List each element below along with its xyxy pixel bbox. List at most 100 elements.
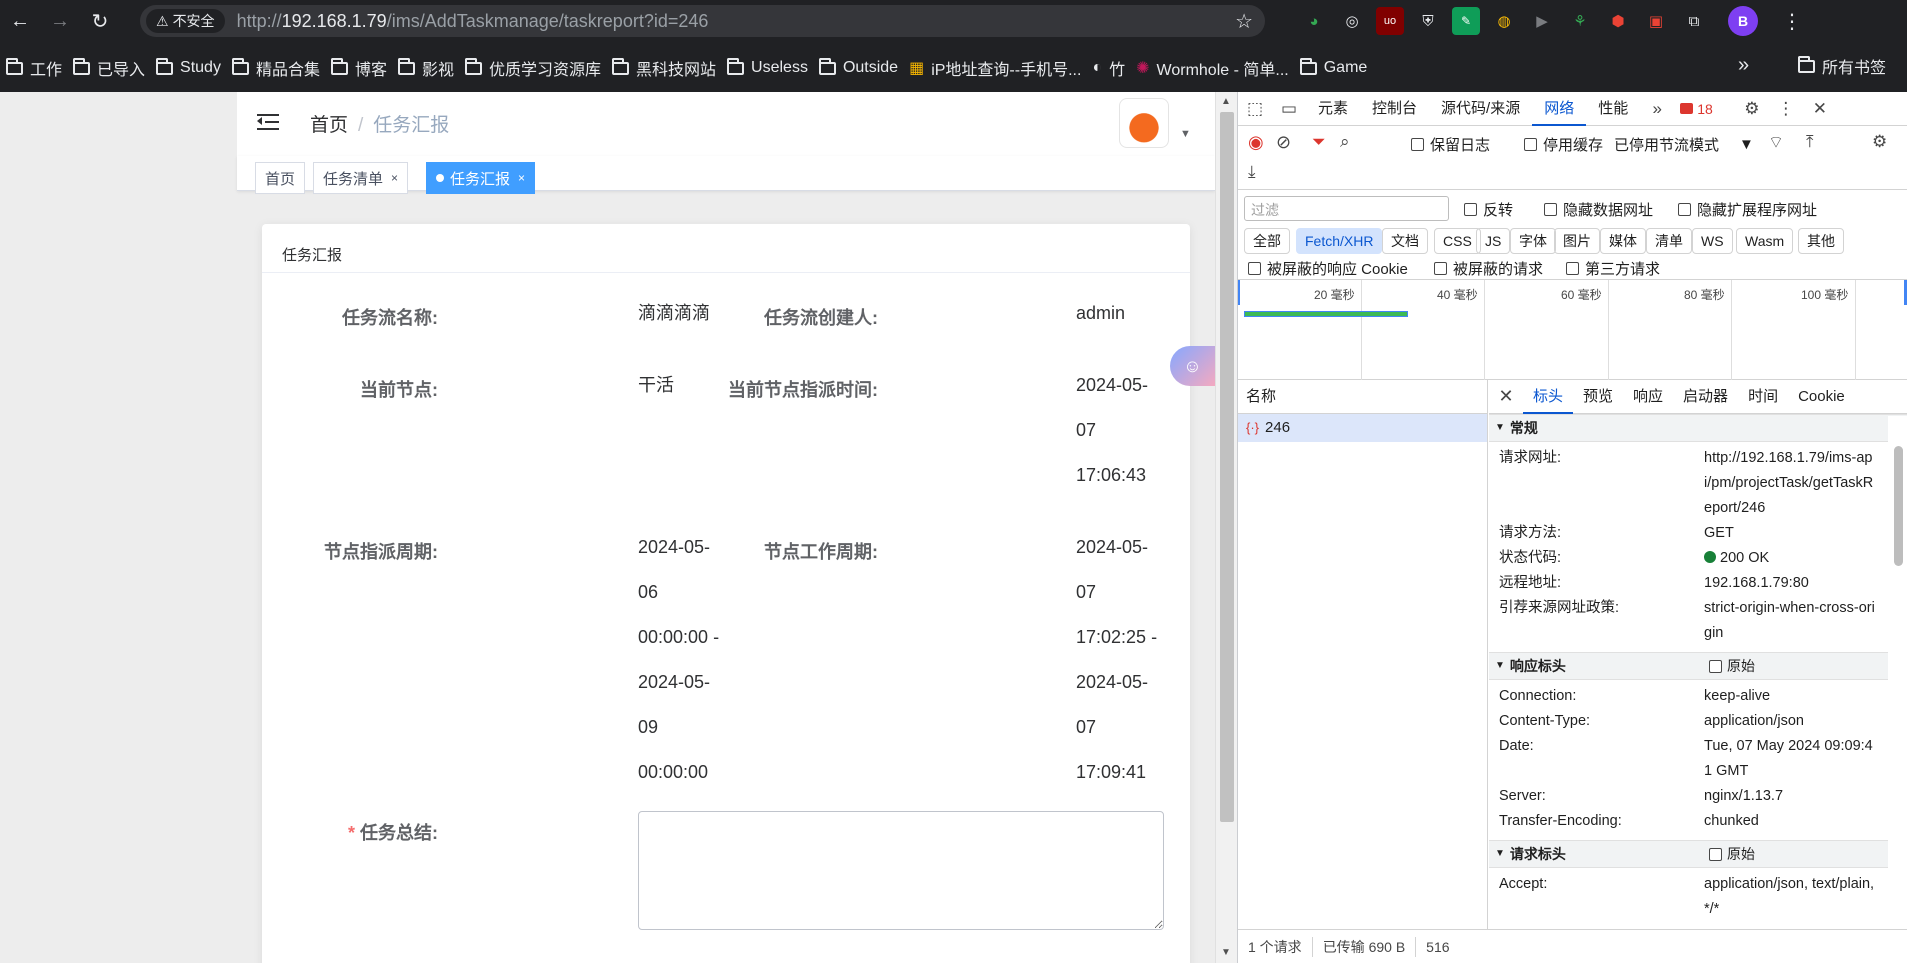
header-value[interactable]: application/json, text/plain, */* (1704, 872, 1879, 922)
play-icon[interactable]: ▶ (1528, 7, 1556, 35)
tab-initiator[interactable]: 启动器 (1673, 380, 1738, 414)
filter-icon[interactable]: ⏷ (1312, 132, 1326, 152)
scrollbar-thumb[interactable] (1220, 112, 1234, 822)
clear-icon[interactable]: ⊘ (1276, 132, 1291, 153)
header-value[interactable]: chunked (1704, 809, 1879, 834)
inspect-element-icon[interactable]: ⬚ (1238, 92, 1272, 126)
header-value[interactable]: strict-origin-when-cross-origin (1704, 596, 1879, 646)
header-value[interactable]: application/json (1704, 709, 1879, 734)
close-icon[interactable]: × (391, 171, 398, 185)
hide-data-urls-checkbox[interactable]: 隐藏数据网址 (1544, 199, 1653, 220)
type-filter-doc[interactable]: 文档 (1382, 228, 1428, 254)
ublock-icon[interactable]: uo (1376, 7, 1404, 35)
blocked-cookies-checkbox[interactable]: 被屏蔽的响应 Cookie (1248, 258, 1408, 279)
back-button[interactable]: ← (0, 2, 40, 42)
bookmark-item[interactable]: Study (156, 54, 232, 82)
tab-network[interactable]: 网络 (1532, 92, 1587, 126)
user-avatar[interactable] (1119, 98, 1169, 148)
tab-cookies[interactable]: Cookie (1788, 380, 1855, 414)
type-filter-font[interactable]: 字体 (1510, 228, 1556, 254)
filter-input[interactable]: 过滤 (1244, 196, 1449, 221)
type-filter-manifest[interactable]: 清单 (1646, 228, 1692, 254)
type-filter-all[interactable]: 全部 (1244, 228, 1290, 254)
download-icon[interactable]: ⤓ (1248, 162, 1256, 182)
gear-icon[interactable]: ⚙ (1872, 132, 1887, 152)
upload-icon[interactable]: ⤒ (1806, 132, 1814, 152)
bookmark-item[interactable]: 博客 (330, 54, 398, 82)
type-filter-js[interactable]: JS (1476, 228, 1511, 254)
third-party-checkbox[interactable]: 第三方请求 (1566, 258, 1660, 279)
bookmark-star-icon[interactable]: ☆ (1235, 9, 1253, 34)
section-response-headers-header[interactable]: ▼ 响应标头 原始 (1489, 652, 1907, 680)
header-value[interactable]: GET (1704, 521, 1879, 546)
caret-down-icon[interactable]: ▼ (1180, 128, 1191, 140)
more-vert-icon[interactable]: ⋮ (1782, 9, 1802, 34)
more-vert-icon[interactable]: ⋮ (1769, 92, 1803, 126)
floating-assistant-icon[interactable]: ☺ (1170, 346, 1215, 386)
hide-extension-urls-checkbox[interactable]: 隐藏扩展程序网址 (1678, 199, 1817, 220)
bookmark-item[interactable]: Game (1299, 54, 1379, 82)
all-bookmarks-folder[interactable]: 所有书签 (1798, 52, 1897, 80)
gear-icon[interactable]: ⚙ (1735, 92, 1769, 126)
extension-icon[interactable]: ⚘ (1566, 7, 1594, 35)
bookmark-item[interactable]: ✺ Wormhole - 简单... (1136, 54, 1300, 82)
header-value[interactable]: 200 OK (1704, 546, 1879, 571)
request-row[interactable]: {·} 246 (1238, 414, 1487, 442)
raw-checkbox[interactable]: 原始 (1709, 840, 1755, 868)
tab-console[interactable]: 控制台 (1360, 92, 1429, 126)
details-scrollbar[interactable] (1888, 416, 1907, 929)
tab-elements[interactable]: 元素 (1306, 92, 1360, 126)
tab-response[interactable]: 响应 (1623, 380, 1673, 414)
network-conditions-icon[interactable]: ⌔ (1768, 132, 1784, 153)
device-toolbar-icon[interactable]: ▭ (1272, 92, 1306, 126)
scroll-down-icon[interactable]: ▼ (1221, 947, 1231, 958)
bookmark-item[interactable]: 优质学习资源库 (465, 54, 612, 82)
extension-icon[interactable]: ◎ (1338, 7, 1366, 35)
preserve-log-checkbox[interactable]: 保留日志 (1411, 134, 1490, 155)
type-filter-img[interactable]: 图片 (1554, 228, 1600, 254)
type-filter-wasm[interactable]: Wasm (1736, 228, 1794, 254)
close-icon[interactable]: × (518, 171, 525, 185)
tag-task-list[interactable]: 任务清单 × (313, 162, 409, 194)
header-value[interactable]: 192.168.1.79:80 (1704, 571, 1879, 596)
type-filter-css[interactable]: CSS (1434, 228, 1481, 254)
bookmark-item[interactable]: 黑科技网站 (612, 54, 727, 82)
reload-button[interactable]: ↻ (80, 2, 120, 42)
record-icon[interactable]: ◉ (1248, 132, 1264, 153)
disable-cache-checkbox[interactable]: 停用缓存 (1524, 134, 1603, 155)
extension-icon[interactable]: ◍ (1490, 7, 1518, 35)
type-filter-ws[interactable]: WS (1692, 228, 1733, 254)
tag-task-report[interactable]: 任务汇报 × (426, 162, 536, 194)
throttle-select[interactable]: 已停用节流模式 ▼ (1614, 134, 1754, 155)
header-value[interactable]: http://192.168.1.79/ims-api/pm/projectTa… (1704, 446, 1879, 521)
raw-checkbox[interactable]: 原始 (1709, 652, 1755, 680)
column-header-name[interactable]: 名称 (1238, 380, 1487, 414)
close-icon[interactable]: ✕ (1489, 386, 1523, 407)
chevron-double-right-icon[interactable]: » (1738, 54, 1749, 77)
url-text[interactable]: http://192.168.1.79/ims/AddTaskmanage/ta… (237, 11, 709, 32)
tab-preview[interactable]: 预览 (1573, 380, 1623, 414)
tab-sources[interactable]: 源代码/来源 (1429, 92, 1532, 126)
security-chip[interactable]: ⚠ 不安全 (146, 9, 225, 33)
tab-headers[interactable]: 标头 (1523, 380, 1574, 414)
profile-avatar[interactable]: B (1728, 6, 1758, 36)
address-bar[interactable]: ⚠ 不安全 http://192.168.1.79/ims/AddTaskman… (140, 5, 1265, 37)
more-tabs-icon[interactable]: » (1640, 92, 1674, 126)
scrollbar-thumb[interactable] (1894, 446, 1903, 566)
network-overview-timeline[interactable]: 20 毫秒 40 毫秒 60 毫秒 80 毫秒 100 毫秒 (1238, 280, 1907, 380)
bookmark-item[interactable]: Useless (727, 54, 819, 82)
scroll-up-icon[interactable]: ▲ (1221, 96, 1231, 107)
section-general-header[interactable]: ▼ 常规 (1489, 414, 1907, 442)
search-icon[interactable]: ⌕ (1340, 132, 1350, 152)
extension-icon[interactable]: ⬢ (1604, 7, 1632, 35)
hamburger-icon[interactable] (257, 112, 279, 132)
section-request-headers-header[interactable]: ▼ 请求标头 原始 (1489, 840, 1907, 868)
type-filter-fetch-xhr[interactable]: Fetch/XHR (1296, 228, 1383, 254)
extension-icon[interactable]: ▣ (1642, 7, 1670, 35)
type-filter-media[interactable]: 媒体 (1600, 228, 1646, 254)
blocked-requests-checkbox[interactable]: 被屏蔽的请求 (1434, 258, 1543, 279)
shield-icon[interactable]: ⛨ (1414, 7, 1442, 35)
forward-button[interactable]: → (40, 2, 80, 42)
page-scrollbar[interactable]: ▲ ▼ (1215, 92, 1237, 963)
extension-icon[interactable]: ◕ (1300, 7, 1328, 35)
